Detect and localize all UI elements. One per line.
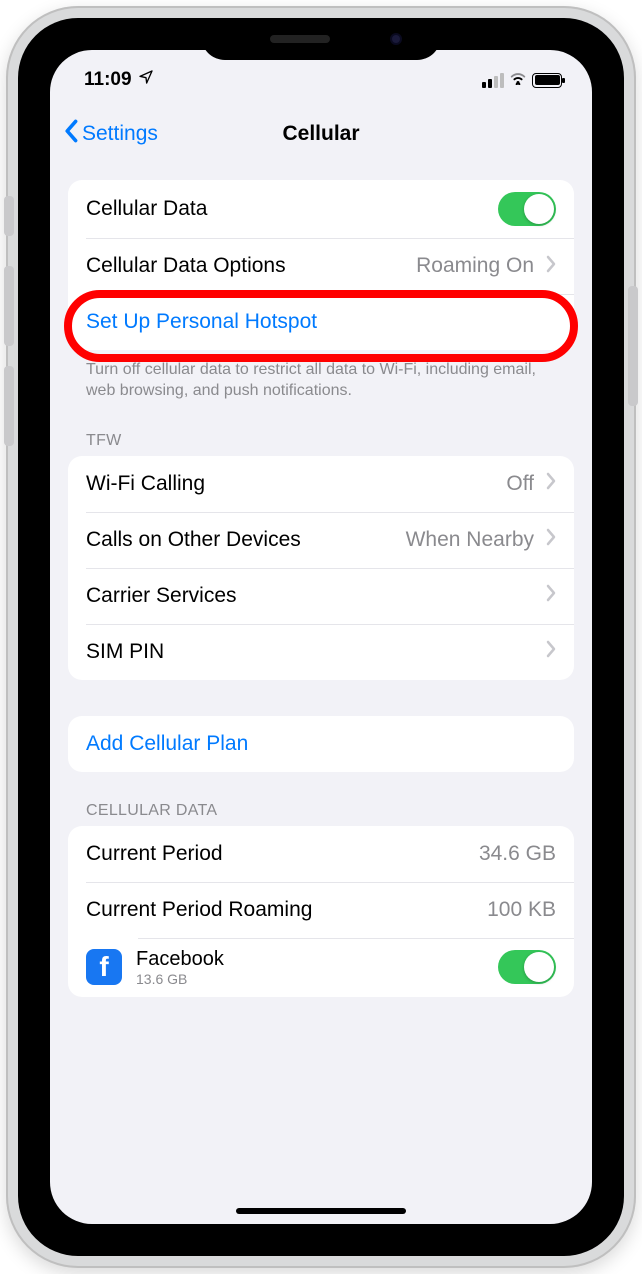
content-scroll[interactable]: Cellular Data Cellular Data Options Roam… xyxy=(50,162,592,1224)
cellular-data-toggle[interactable] xyxy=(498,192,556,226)
battery-icon xyxy=(532,73,562,88)
carrier-header: TFW xyxy=(86,432,556,450)
current-period-roaming-label: Current Period Roaming xyxy=(86,898,475,922)
calls-other-devices-row[interactable]: Calls on Other Devices When Nearby xyxy=(68,512,574,568)
wifi-calling-row[interactable]: Wi-Fi Calling Off xyxy=(68,456,574,512)
group-add-plan: Add Cellular Plan xyxy=(68,716,574,772)
personal-hotspot-row[interactable]: Set Up Personal Hotspot xyxy=(68,294,574,350)
volume-down-button xyxy=(4,366,14,446)
speaker-grille xyxy=(270,35,330,43)
sim-pin-label: SIM PIN xyxy=(86,640,534,664)
chevron-right-icon xyxy=(546,584,556,607)
nav-bar: Settings Cellular xyxy=(50,106,592,162)
group-cellular: Cellular Data Cellular Data Options Roam… xyxy=(68,180,574,350)
facebook-icon: f xyxy=(86,949,122,985)
chevron-right-icon xyxy=(546,640,556,663)
current-period-value: 34.6 GB xyxy=(479,842,556,866)
notch xyxy=(201,18,441,60)
carrier-services-row[interactable]: Carrier Services xyxy=(68,568,574,624)
app-facebook-row[interactable]: f Facebook 13.6 GB xyxy=(68,938,574,997)
app-usage-label: 13.6 GB xyxy=(136,971,484,987)
cellular-data-options-value: Roaming On xyxy=(416,254,534,278)
power-button xyxy=(628,286,638,406)
current-period-label: Current Period xyxy=(86,842,467,866)
wifi-calling-value: Off xyxy=(506,472,534,496)
chevron-left-icon xyxy=(64,119,80,149)
personal-hotspot-label: Set Up Personal Hotspot xyxy=(86,310,556,334)
cellular-signal-icon xyxy=(482,73,504,88)
back-label: Settings xyxy=(82,122,158,146)
phone-bezel: 11:09 xyxy=(18,18,624,1256)
chevron-right-icon xyxy=(546,528,556,551)
cellular-data-row[interactable]: Cellular Data xyxy=(68,180,574,238)
app-name-label: Facebook xyxy=(136,948,484,971)
screen: 11:09 xyxy=(50,50,592,1224)
wifi-calling-label: Wi-Fi Calling xyxy=(86,472,494,496)
chevron-right-icon xyxy=(546,472,556,495)
cellular-data-header: CELLULAR DATA xyxy=(86,802,556,820)
add-cellular-plan-row[interactable]: Add Cellular Plan xyxy=(68,716,574,772)
calls-other-devices-label: Calls on Other Devices xyxy=(86,528,394,552)
cellular-data-options-row[interactable]: Cellular Data Options Roaming On xyxy=(68,238,574,294)
app-facebook-toggle[interactable] xyxy=(498,950,556,984)
cellular-footer: Turn off cellular data to restrict all d… xyxy=(86,360,556,402)
current-period-roaming-value: 100 KB xyxy=(487,898,556,922)
volume-up-button xyxy=(4,266,14,346)
add-cellular-plan-label: Add Cellular Plan xyxy=(86,732,556,756)
wifi-icon xyxy=(509,69,527,91)
sim-pin-row[interactable]: SIM PIN xyxy=(68,624,574,680)
cellular-data-options-label: Cellular Data Options xyxy=(86,254,404,278)
location-icon xyxy=(138,69,154,91)
current-period-roaming-row[interactable]: Current Period Roaming 100 KB xyxy=(68,882,574,938)
home-indicator[interactable] xyxy=(236,1208,406,1214)
page-title: Cellular xyxy=(282,122,359,146)
status-time: 11:09 xyxy=(84,69,132,91)
cellular-data-label: Cellular Data xyxy=(86,197,486,221)
current-period-row[interactable]: Current Period 34.6 GB xyxy=(68,826,574,882)
group-usage: Current Period 34.6 GB Current Period Ro… xyxy=(68,826,574,997)
front-camera xyxy=(390,33,402,45)
back-button[interactable]: Settings xyxy=(64,119,158,149)
phone-frame: 11:09 xyxy=(6,6,636,1268)
group-carrier: Wi-Fi Calling Off Calls on Other Devices… xyxy=(68,456,574,680)
mute-switch xyxy=(4,196,14,236)
calls-other-devices-value: When Nearby xyxy=(406,528,534,552)
chevron-right-icon xyxy=(546,255,556,278)
carrier-services-label: Carrier Services xyxy=(86,584,534,608)
